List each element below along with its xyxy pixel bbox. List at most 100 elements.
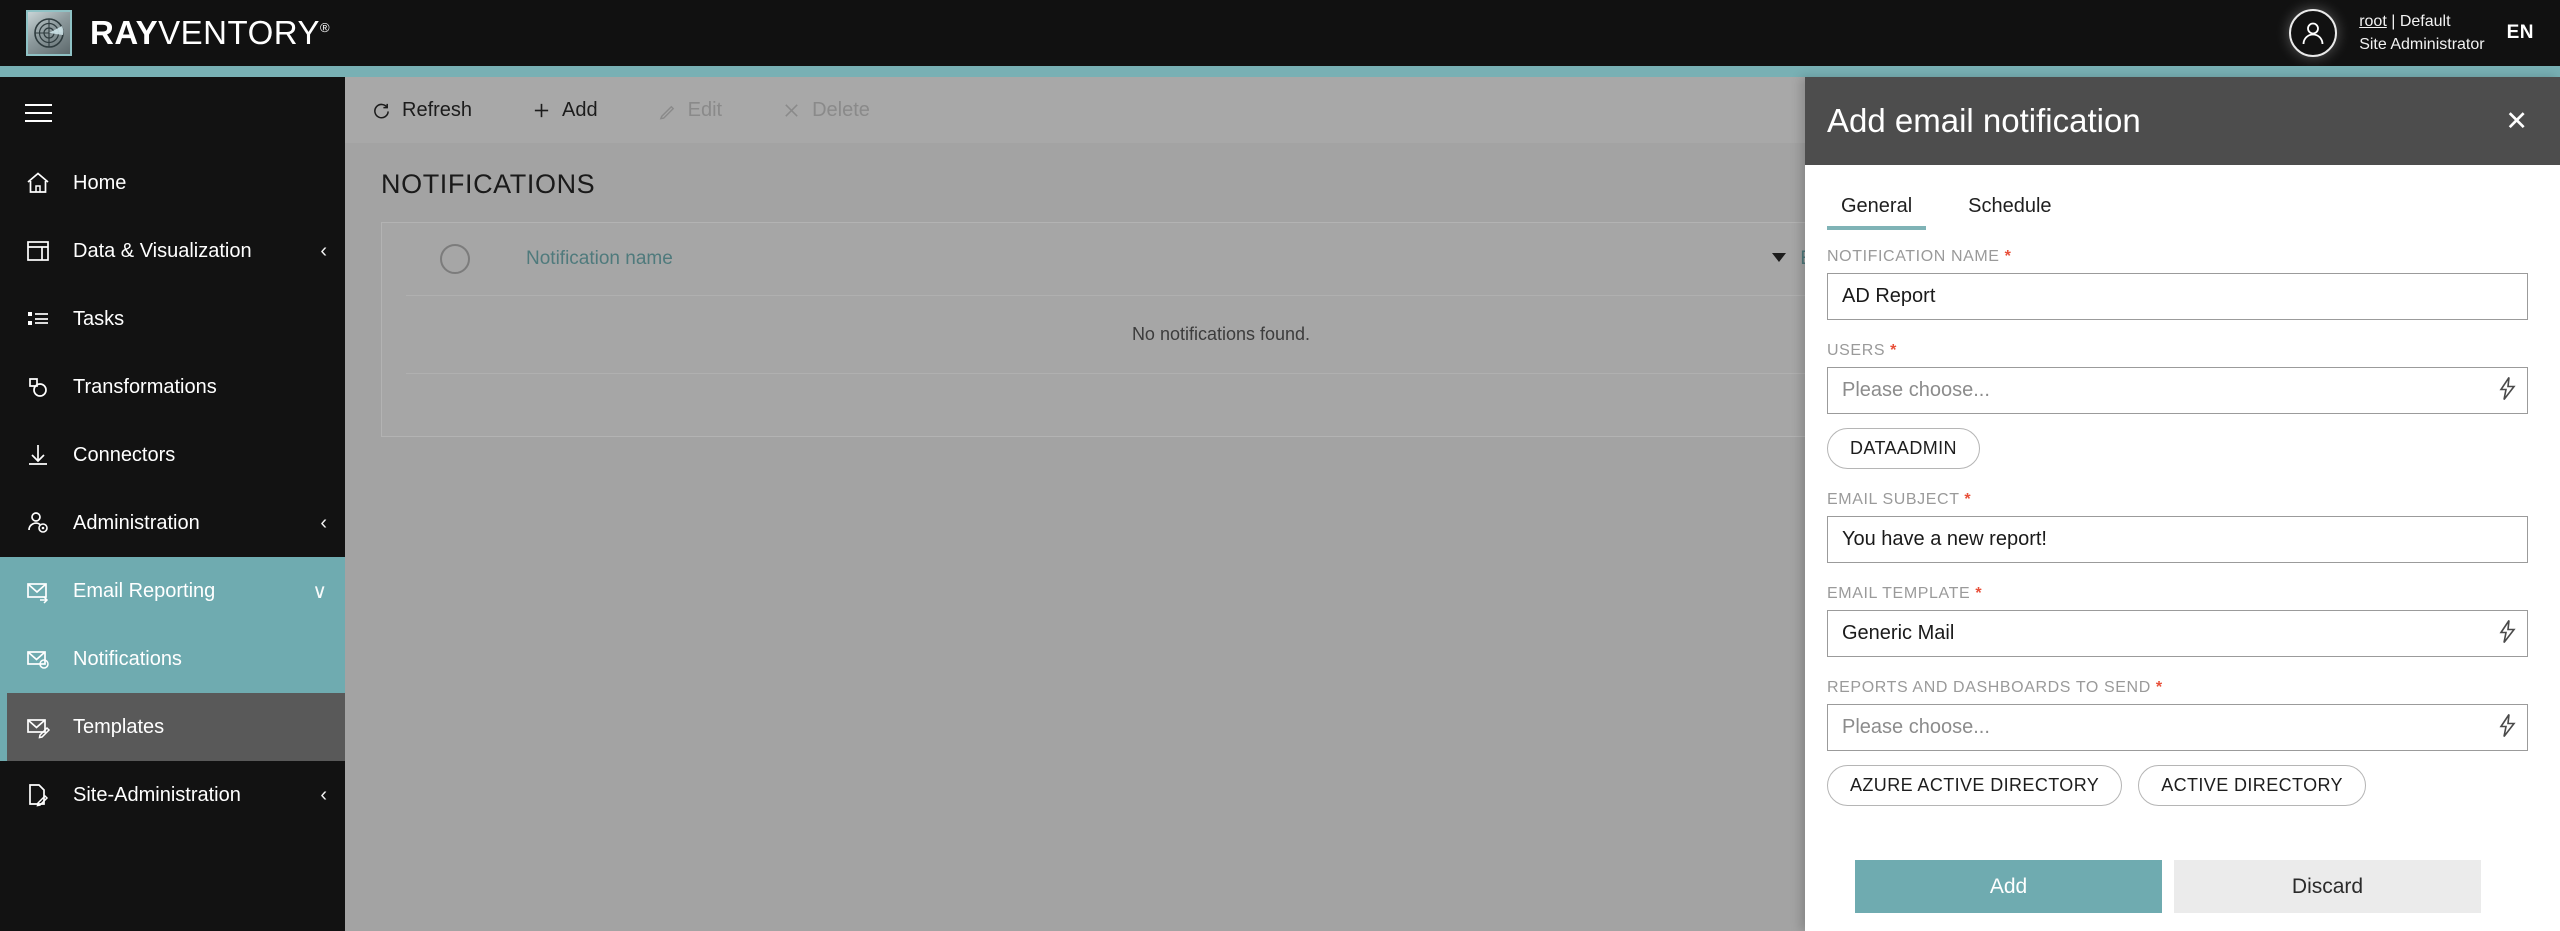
sidebar-item-label: Tasks	[73, 307, 125, 330]
field-label: EMAIL SUBJECT *	[1827, 491, 2528, 509]
input-wrap: Please choose...	[1827, 367, 2528, 414]
brand-light: VENTORY	[158, 14, 320, 51]
filter-caret-icon[interactable]	[1770, 250, 1788, 268]
select-all-circle-icon[interactable]	[440, 244, 470, 274]
mail-edit-icon	[25, 714, 65, 740]
refresh-icon	[372, 101, 391, 120]
sidebar-item-templates[interactable]: Templates	[0, 693, 345, 761]
plus-icon	[532, 101, 551, 120]
mail-send-icon	[25, 578, 65, 604]
email-subject-input[interactable]: You have a new report!	[1827, 516, 2528, 563]
add-button[interactable]: Add	[532, 99, 598, 122]
brand-logo-area[interactable]: RAYVENTORY®	[0, 10, 330, 56]
user-name-link[interactable]: root	[2359, 13, 2387, 30]
users-chips: DATAADMIN	[1827, 428, 2528, 469]
hamburger-menu-icon[interactable]	[0, 77, 345, 149]
chevron-icon: ‹	[320, 511, 327, 534]
chip-azure-active-directory[interactable]: AZURE ACTIVE DIRECTORY	[1827, 765, 2123, 806]
radar-icon	[26, 10, 72, 56]
user-avatar-icon[interactable]	[2289, 9, 2338, 57]
label-text: EMAIL TEMPLATE	[1827, 585, 1971, 602]
chevron-down-icon: ∨	[312, 580, 327, 603]
accent-divider	[0, 66, 2560, 77]
lightning-icon[interactable]	[2498, 619, 2516, 648]
chip-active-directory[interactable]: ACTIVE DIRECTORY	[2138, 765, 2366, 806]
field-email-subject: EMAIL SUBJECT * You have a new report!	[1827, 491, 2528, 563]
lightning-icon[interactable]	[2498, 376, 2516, 405]
required-marker: *	[1975, 585, 1983, 602]
field-users: USERS * Please choose... DATAADMIN	[1827, 342, 2528, 469]
page-edit-icon	[25, 782, 65, 808]
field-label: USERS *	[1827, 342, 2528, 360]
panel-tabs: General Schedule	[1805, 165, 2560, 230]
sidebar-item-site-administration[interactable]: Site-Administration ‹	[0, 761, 345, 829]
chip-dataadmin[interactable]: DATAADMIN	[1827, 428, 1980, 469]
close-icon[interactable]: ✕	[2505, 107, 2528, 135]
user-identity: root | Default Site Administrator	[2359, 10, 2484, 56]
sidebar-item-label: Administration	[73, 511, 200, 534]
close-x-icon	[782, 101, 801, 120]
mail-bell-icon	[25, 646, 65, 672]
required-marker: *	[1964, 491, 1972, 508]
chevron-icon: ‹	[320, 239, 327, 262]
notification-form: NOTIFICATION NAME * AD Report USERS * Pl…	[1805, 230, 2560, 913]
column-header-notification-name[interactable]: Notification name	[526, 248, 673, 270]
user-role: Site Administrator	[2359, 36, 2485, 53]
delete-label: Delete	[812, 98, 870, 121]
sidebar-item-home[interactable]: Home	[0, 149, 345, 217]
tab-general[interactable]: General	[1827, 187, 1927, 230]
home-icon	[25, 170, 65, 196]
sidebar-item-notifications[interactable]: Notifications	[0, 625, 345, 693]
email-template-select[interactable]: Generic Mail	[1827, 610, 2528, 657]
reports-chips: AZURE ACTIVE DIRECTORY ACTIVE DIRECTORY	[1827, 765, 2528, 806]
refresh-button[interactable]: Refresh	[372, 99, 472, 122]
sidebar-item-label: Templates	[73, 715, 165, 738]
user-separator: |	[2386, 12, 2400, 30]
input-wrap: Generic Mail	[1827, 610, 2528, 657]
lightning-icon[interactable]	[2498, 713, 2516, 742]
field-label: NOTIFICATION NAME *	[1827, 248, 2528, 266]
tab-schedule[interactable]: Schedule	[1954, 187, 2065, 230]
users-select[interactable]: Please choose...	[1827, 367, 2528, 414]
brand-bold: RAY	[90, 14, 159, 51]
user-gear-icon	[25, 510, 65, 536]
reports-dashboards-select[interactable]: Please choose...	[1827, 704, 2528, 751]
discard-button[interactable]: Discard	[2174, 860, 2481, 913]
sidebar-item-administration[interactable]: Administration ‹	[0, 489, 345, 557]
sidebar-item-tasks[interactable]: Tasks	[0, 285, 345, 353]
sidebar-item-label: Transformations	[73, 375, 217, 398]
notification-name-input[interactable]: AD Report	[1827, 273, 2528, 320]
transform-icon	[25, 374, 65, 400]
edit-button: Edit	[658, 99, 722, 122]
sidebar-item-email-reporting[interactable]: Email Reporting ∨	[0, 557, 345, 625]
sidebar-item-connectors[interactable]: Connectors	[0, 421, 345, 489]
user-line-primary: root | Default	[2359, 10, 2484, 33]
input-wrap: You have a new report!	[1827, 516, 2528, 563]
top-bar: RAYVENTORY® root | Default Site Administ…	[0, 0, 2560, 66]
add-label: Add	[562, 98, 598, 121]
panel-actions: Add Discard	[1827, 860, 2528, 913]
input-wrap: Please choose...	[1827, 704, 2528, 751]
required-marker: *	[2155, 679, 2163, 696]
field-label: REPORTS AND DASHBOARDS TO SEND *	[1827, 679, 2528, 697]
field-label: EMAIL TEMPLATE *	[1827, 585, 2528, 603]
application-window: RAYVENTORY® root | Default Site Administ…	[0, 0, 2560, 931]
edit-label: Edit	[687, 98, 723, 121]
label-text: NOTIFICATION NAME	[1827, 248, 2000, 265]
chevron-icon: ‹	[320, 783, 327, 806]
input-wrap: AD Report	[1827, 273, 2528, 320]
delete-button: Delete	[782, 99, 870, 122]
add-submit-button[interactable]: Add	[1855, 860, 2162, 913]
sidebar-item-transformations[interactable]: Transformations	[0, 353, 345, 421]
label-text: EMAIL SUBJECT	[1827, 491, 1960, 508]
required-marker: *	[1890, 342, 1897, 359]
dashboard-icon	[25, 238, 65, 264]
required-marker: *	[2004, 248, 2012, 265]
sidebar-item-data-visualization[interactable]: Data & Visualization ‹	[0, 217, 345, 285]
list-icon	[25, 306, 65, 332]
panel-title: Add email notification	[1827, 102, 2141, 139]
sidebar-navigation: Home Data & Visualization ‹ Tasks Transf…	[0, 77, 345, 931]
add-email-notification-panel: Add email notification ✕ General Schedul…	[1805, 77, 2560, 931]
sidebar-item-label: Site-Administration	[73, 783, 241, 806]
language-selector[interactable]: EN	[2507, 22, 2534, 44]
